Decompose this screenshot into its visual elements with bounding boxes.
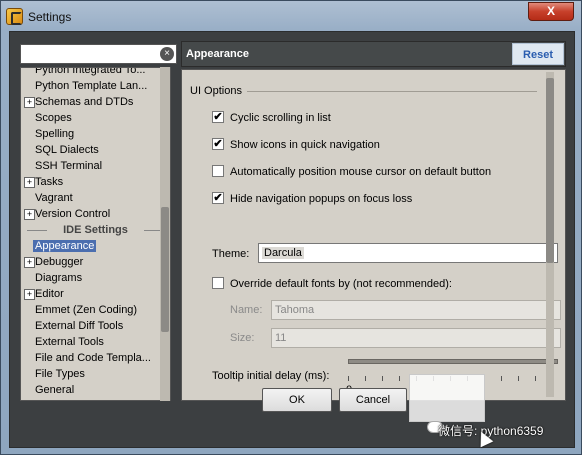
font-size-field[interactable]: 11 [271, 328, 561, 348]
tree-scrollbar[interactable] [160, 67, 170, 401]
tree-item[interactable]: Python Integrated To... [21, 67, 170, 78]
tree-item[interactable]: Scopes [21, 110, 170, 126]
tree-item[interactable]: External Tools [21, 334, 170, 350]
tree-item-label: Diagrams [35, 272, 83, 284]
tree-item[interactable]: Editor [21, 286, 170, 302]
option-cyclic-scrolling[interactable]: ✔ Cyclic scrolling in list [212, 110, 331, 126]
tree-item[interactable]: Schemas and DTDs [21, 94, 170, 110]
tree-item[interactable]: Tasks [21, 174, 170, 190]
reset-button[interactable]: Reset [512, 43, 564, 65]
settings-tree: Python Integrated To... Python Template L… [20, 67, 171, 401]
panel-header: Appearance Reset [181, 41, 566, 67]
ui-options-group-title: UI Options [190, 85, 242, 97]
tree-item-label: Vagrant [35, 192, 73, 204]
auto-position-cursor-checkbox[interactable] [212, 165, 224, 178]
tree-item[interactable]: Debugger [21, 254, 170, 270]
tree-item-label: Schemas and DTDs [35, 96, 134, 108]
tooltip-delay-label: Tooltip initial delay (ms): [212, 370, 330, 382]
tooltip-delay-slider[interactable] [348, 359, 558, 364]
option-auto-position-cursor[interactable]: Automatically position mouse cursor on d… [212, 164, 491, 180]
ide-settings-header: IDE Settings [21, 222, 170, 238]
tree-item-label: Spelling [35, 128, 75, 140]
tree-item[interactable]: File and Code Templa... [21, 350, 170, 366]
tree-item[interactable]: SQL Dialects [21, 142, 170, 158]
title-bar[interactable]: Settings X [1, 1, 581, 31]
close-button[interactable]: X [528, 2, 574, 21]
ok-button[interactable]: OK [262, 388, 332, 412]
option-show-icons[interactable]: ✔ Show icons in quick navigation [212, 137, 380, 153]
font-size-label: Size: [230, 332, 255, 344]
tree-item-label: Python Integrated To... [35, 67, 146, 76]
option-hide-popups[interactable]: ✔ Hide navigation popups on focus loss [212, 191, 412, 207]
tree-item-label: External Tools [35, 336, 104, 348]
group-divider [247, 91, 537, 92]
dialog-body: × Python Integrated To... Python Template… [9, 31, 575, 448]
hide-popups-checkbox[interactable]: ✔ [212, 192, 224, 205]
tree-item[interactable]: Emmet (Zen Coding) [21, 302, 170, 318]
show-icons-checkbox[interactable]: ✔ [212, 138, 224, 151]
page-title: Appearance [186, 48, 249, 60]
font-name-label: Name: [230, 304, 263, 316]
panel-vertical-scrollbar[interactable] [546, 72, 554, 397]
tree-item-label: Editor [35, 288, 64, 300]
theme-value: Darcula [262, 247, 304, 259]
tree-item[interactable]: Spelling [21, 126, 170, 142]
tree-item-label: Tasks [35, 176, 64, 188]
tree-item[interactable]: External Diff Tools [21, 318, 170, 334]
tree-item-label: Emmet (Zen Coding) [35, 304, 138, 316]
clear-search-icon[interactable]: × [160, 47, 174, 61]
settings-window: Settings X × Python Integrated To... Pyth… [0, 0, 582, 455]
pycharm-icon [6, 8, 23, 25]
theme-label: Theme: [212, 248, 250, 260]
tree-item[interactable]: File Types [21, 366, 170, 382]
tree-item-label: Appearance [33, 240, 97, 252]
tree-item-label: File Types [35, 368, 85, 380]
watermark-overlay [409, 374, 485, 422]
tree-item-label: External Diff Tools [35, 320, 124, 332]
font-name-select[interactable]: Tahoma [271, 300, 561, 320]
tree-scroll-thumb[interactable] [161, 207, 169, 332]
tree-item-label: Debugger [35, 256, 84, 268]
tree-item-label: Version Control [35, 208, 111, 220]
tree-item-label: Scopes [35, 112, 72, 124]
cyclic-scrolling-checkbox[interactable]: ✔ [212, 111, 224, 124]
tree-item-label: General [35, 384, 75, 396]
tree-item[interactable]: Python Template Lan... [21, 78, 170, 94]
window-title: Settings [28, 10, 72, 24]
tree-item[interactable]: Appearance [21, 238, 170, 254]
option-override-fonts[interactable]: Override default fonts by (not recommend… [212, 276, 452, 292]
tree-item-label: SSH Terminal [35, 160, 103, 172]
appearance-panel: UI Options ✔ Cyclic scrolling in list ✔ Sh… [181, 69, 566, 401]
tree-item-label: File and Code Templa... [35, 352, 151, 364]
tree-item[interactable]: General [21, 382, 170, 398]
tree-item[interactable]: SSH Terminal [21, 158, 170, 174]
settings-search-input[interactable]: × [20, 44, 177, 64]
tree-item-label: SQL Dialects [35, 144, 99, 156]
override-fonts-checkbox[interactable] [212, 277, 224, 290]
theme-select[interactable]: Darcula [258, 243, 558, 263]
tree-item[interactable]: Version Control [21, 206, 170, 222]
cancel-button[interactable]: Cancel [339, 388, 407, 412]
tree-item[interactable]: Vagrant [21, 190, 170, 206]
panel-vertical-thumb[interactable] [546, 78, 554, 263]
tree-item[interactable]: Diagrams [21, 270, 170, 286]
tree-item-label: Python Template Lan... [35, 80, 148, 92]
